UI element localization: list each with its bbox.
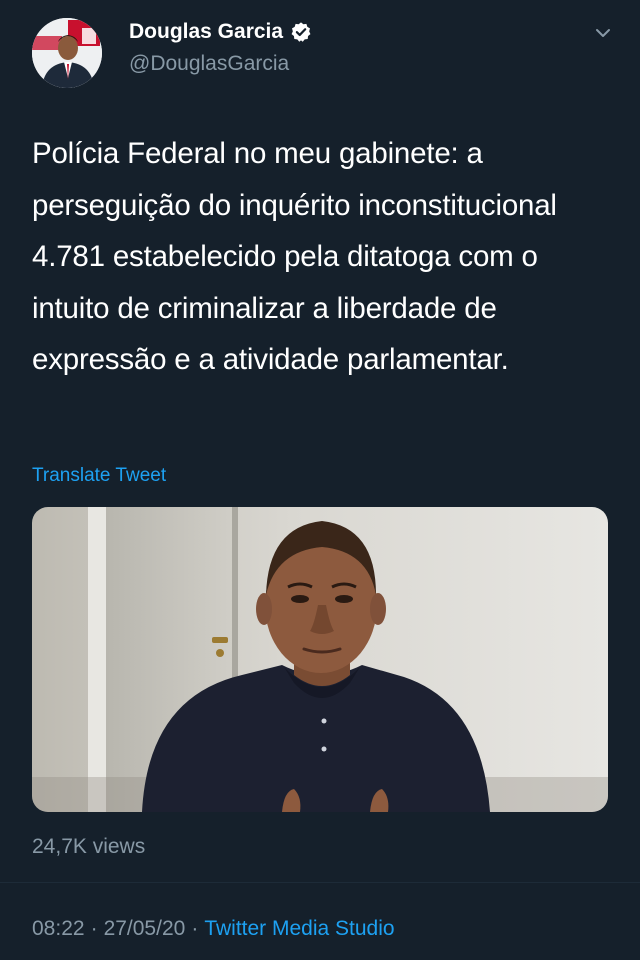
divider [0,882,640,883]
display-name-text[interactable]: Douglas Garcia [129,18,283,46]
separator: · [90,917,98,940]
translate-tweet-link[interactable]: Translate Tweet [32,463,166,489]
avatar[interactable] [32,18,102,88]
view-count: 24,7K views [32,835,146,858]
tweet-meta: 08:22 · 27/05/20 · Twitter Media Studio [32,915,395,943]
tweet-video[interactable] [32,507,608,812]
chevron-down-icon[interactable] [592,22,614,44]
verified-badge-icon [290,21,312,43]
tweet-date: 27/05/20 [103,917,186,940]
tweet-time: 08:22 [32,917,85,940]
author-handle[interactable]: @DouglasGarcia [129,50,289,78]
separator: · [191,917,199,940]
display-name[interactable]: Douglas Garcia [129,18,312,46]
tweet-source-link[interactable]: Twitter Media Studio [204,917,394,940]
tweet-text: Polícia Federal no meu gabinete: a perse… [32,137,557,376]
